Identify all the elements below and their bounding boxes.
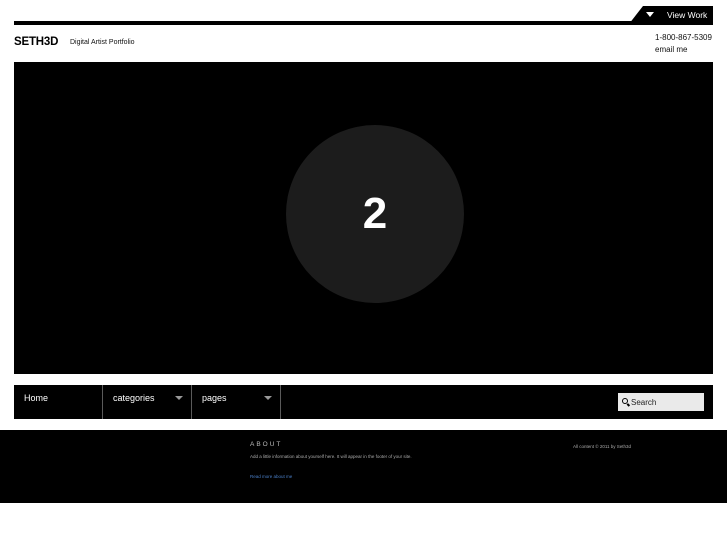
nav-item-home[interactable]: Home <box>14 385 103 419</box>
nav-home-label: Home <box>24 393 49 403</box>
search-icon <box>622 398 628 404</box>
slideshow[interactable]: 2 <box>14 62 713 374</box>
email-link[interactable]: email me <box>655 45 687 54</box>
phone-number: 1-800-867-5309 <box>655 33 712 42</box>
slide-number: 2 <box>362 189 388 238</box>
nav-categories-label: categories <box>113 393 155 403</box>
about-heading: ABOUT <box>250 441 283 448</box>
main-nav: Home categories pages <box>14 385 713 419</box>
top-rule <box>14 21 713 25</box>
search-input[interactable] <box>631 396 701 408</box>
caret-down-icon <box>646 12 654 17</box>
nav-item-categories[interactable]: categories <box>103 385 192 419</box>
nav-item-pages[interactable]: pages <box>192 385 281 419</box>
chevron-down-icon <box>264 396 272 400</box>
chevron-down-icon <box>175 396 183 400</box>
slide-placeholder-circle: 2 <box>286 125 464 303</box>
site-title[interactable]: SETH3D <box>14 36 58 48</box>
page: View Work SETH3D Digital Artist Portfoli… <box>0 0 727 545</box>
search-box[interactable] <box>618 393 704 411</box>
view-work-label[interactable]: View Work <box>667 10 707 20</box>
nav-pages-label: pages <box>202 393 227 403</box>
about-text: Add a little information about yourself … <box>250 454 412 459</box>
copyright: All content © 2011 by Seth3d <box>573 444 632 449</box>
read-more-link[interactable]: Read more about me <box>250 474 292 479</box>
footer: ABOUT Add a little information about you… <box>0 430 727 503</box>
site-tagline: Digital Artist Portfolio <box>70 39 135 46</box>
